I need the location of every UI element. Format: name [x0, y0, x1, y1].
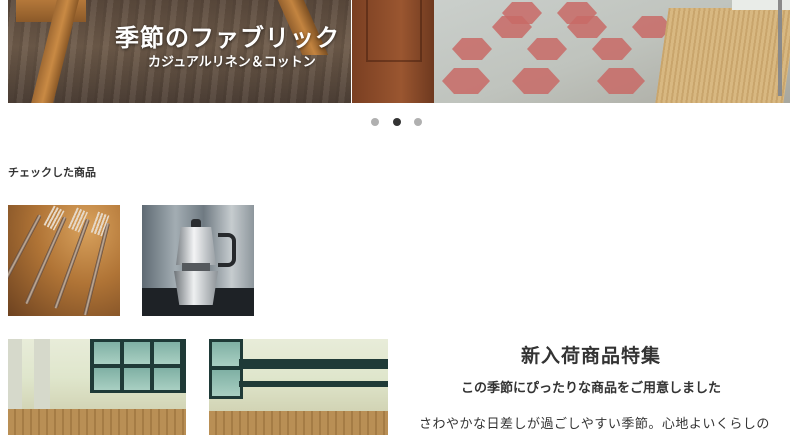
coffee-maker-base — [174, 271, 218, 305]
carousel-dot-2[interactable] — [393, 118, 401, 126]
feature-title: 新入荷商品特集 — [521, 345, 662, 367]
floor-tile — [592, 38, 632, 60]
coffee-maker-handle — [218, 233, 236, 267]
floor-tile — [452, 38, 492, 60]
fork-shape — [8, 214, 42, 300]
product-thumbnail-coffee-maker[interactable] — [142, 205, 254, 316]
product-thumbnail-forks[interactable] — [8, 205, 120, 316]
hero-slide-fabric[interactable]: 季節のファブリック カジュアルリネン＆コットン — [8, 0, 351, 103]
coffee-maker-middle — [182, 263, 210, 271]
feature-image-terrace-1[interactable] — [8, 339, 186, 435]
window-image-part — [90, 339, 186, 393]
floor-tile — [597, 68, 645, 94]
railing-image-part — [239, 359, 388, 369]
carousel-dot-3[interactable] — [414, 118, 422, 126]
fork-shape — [83, 222, 110, 316]
feature-body-text: さわやかな日差しが過ごしやすい季節。心地よいくらしの — [419, 417, 770, 432]
window-image-part — [209, 339, 243, 399]
hero-slide-room[interactable] — [352, 0, 790, 103]
door-image-part — [352, 0, 434, 103]
floor-tile — [527, 38, 567, 60]
deck-image-part — [209, 411, 388, 435]
floor-tile — [512, 68, 560, 94]
floor-tile — [442, 68, 490, 94]
hero-slide-subtitle: カジュアルリネン＆コットン — [148, 55, 316, 70]
hero-slide-title: 季節のファブリック — [115, 24, 340, 52]
chair-leg-image-part — [778, 0, 782, 96]
feature-subtitle: この季節にぴったりな商品をご用意しました — [461, 381, 722, 396]
railing-image-part — [239, 381, 388, 387]
coffee-maker-top — [176, 227, 216, 265]
deck-image-part — [8, 409, 186, 435]
carousel-dot-1[interactable] — [371, 118, 379, 126]
checked-products-heading: チェックした商品 — [8, 166, 96, 179]
feature-image-terrace-2[interactable] — [209, 339, 388, 435]
rug-image-part — [655, 8, 790, 103]
